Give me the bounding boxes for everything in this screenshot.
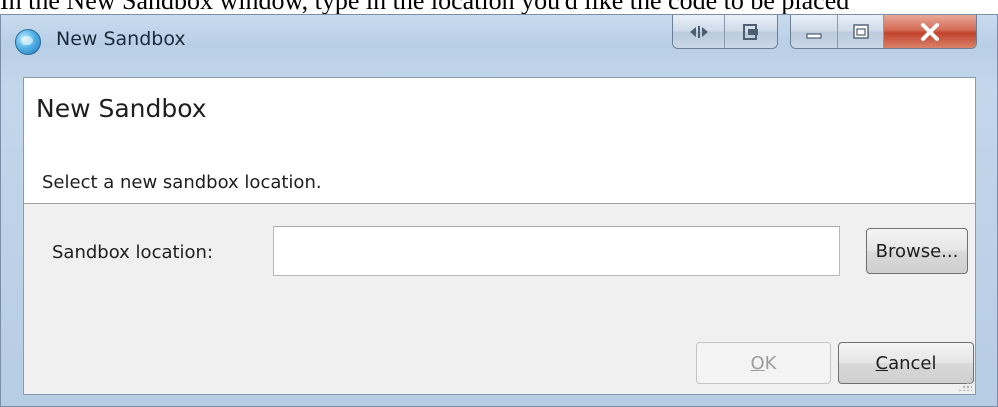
sandbox-location-label: Sandbox location: [52,242,214,263]
ok-mnemonic: O [750,352,765,374]
maximize-button[interactable] [838,15,884,48]
close-button[interactable] [884,15,976,48]
dialog-client-area: New Sandbox Select a new sandbox locatio… [23,77,976,395]
new-sandbox-window: New Sandbox New Sandbox Select a new san… [0,14,998,407]
maximize-icon [853,23,869,39]
ok-label-rest: K [764,352,777,374]
close-icon [921,22,939,41]
instruction-caption: In the New Sandbox window, type in the l… [0,0,998,14]
sandbox-location-input[interactable] [273,226,840,276]
cancel-button[interactable]: Cancel [838,342,974,384]
dialog-heading: New Sandbox [36,94,207,123]
dialog-description: Select a new sandbox location. [42,172,322,193]
snap-button[interactable] [725,15,777,48]
minimize-button[interactable] [791,15,839,48]
title-bar[interactable]: New Sandbox [1,15,997,67]
cancel-mnemonic: C [875,352,889,374]
layout-toggle-button[interactable] [673,15,726,48]
minimize-icon [806,32,822,39]
layout-toggle-icon [689,25,708,38]
cancel-label-rest: ancel [888,352,937,374]
globe-app-icon [15,29,41,55]
browse-button[interactable]: Browse... [866,228,968,274]
snap-icon [743,23,758,40]
ok-button[interactable]: OK [696,342,831,384]
window-title: New Sandbox [56,28,186,50]
window-controls [790,15,977,49]
extra-caption-buttons [672,15,778,49]
header-banner: New Sandbox Select a new sandbox locatio… [24,78,975,204]
